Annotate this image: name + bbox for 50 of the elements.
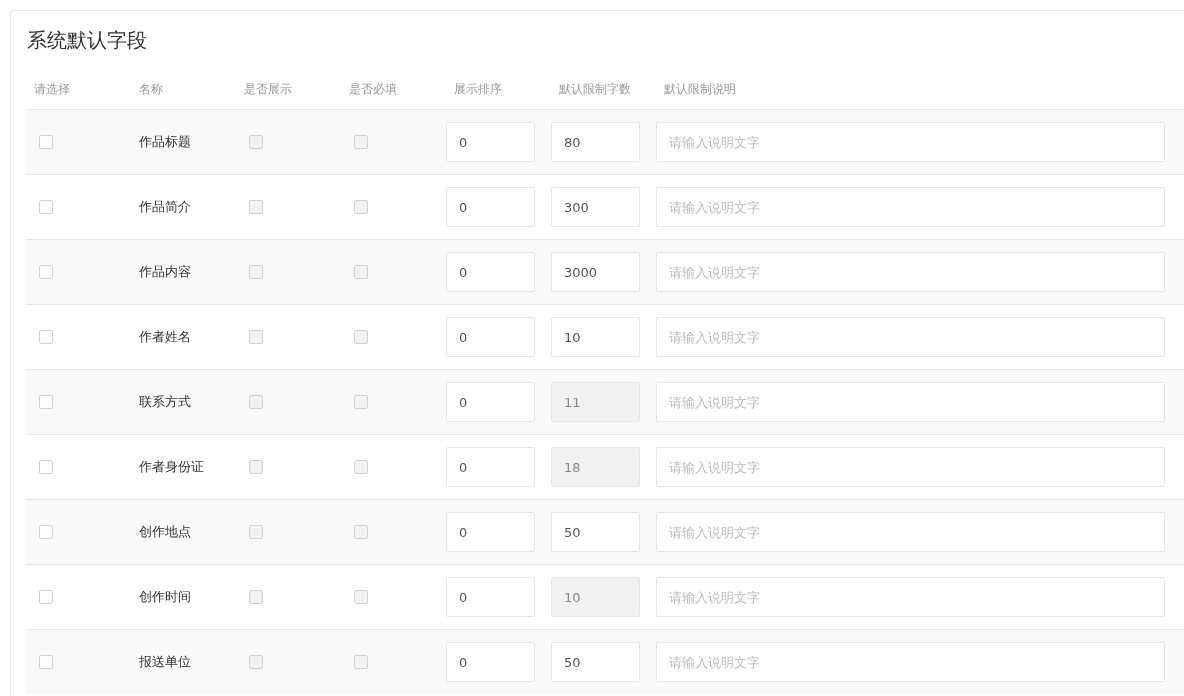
field-name: 作品简介 [138,198,191,216]
description-input[interactable]: 请输入说明文字 [656,642,1165,682]
description-input[interactable]: 请输入说明文字 [656,122,1165,162]
checkbox[interactable] [39,135,53,149]
field-name: 创作地点 [138,523,191,541]
description-input[interactable]: 请输入说明文字 [656,252,1165,292]
field-name: 作品标题 [138,133,191,151]
sort-input[interactable]: 0 [446,382,535,422]
limit-input[interactable]: 300 [551,187,640,227]
description-input[interactable]: 请输入说明文字 [656,577,1165,617]
column-header: 名称 [138,81,164,98]
checkbox[interactable] [39,460,53,474]
sort-input[interactable]: 0 [446,642,535,682]
sort-input[interactable]: 0 [446,252,535,292]
field-name: 创作时间 [138,588,191,606]
column-header: 是否展示 [243,81,293,98]
checkbox[interactable] [39,590,53,604]
checkbox[interactable] [39,200,53,214]
sort-input[interactable]: 0 [446,122,535,162]
column-header: 请选择 [33,81,71,98]
field-name: 联系方式 [138,393,191,411]
description-input[interactable]: 请输入说明文字 [656,512,1165,552]
checkbox[interactable] [39,655,53,669]
description-input[interactable]: 请输入说明文字 [656,382,1165,422]
sort-input[interactable]: 0 [446,512,535,552]
description-input[interactable]: 请输入说明文字 [656,317,1165,357]
column-header: 默认限制说明 [663,81,737,98]
description-input[interactable]: 请输入说明文字 [656,187,1165,227]
description-input[interactable]: 请输入说明文字 [656,447,1165,487]
panel-title: 系统默认字段 [27,27,148,54]
limit-input[interactable]: 50 [551,642,640,682]
column-header: 展示排序 [453,81,503,98]
limit-input[interactable]: 80 [551,122,640,162]
sort-input[interactable]: 0 [446,447,535,487]
checkbox[interactable] [39,525,53,539]
sort-input[interactable]: 0 [446,577,535,617]
field-name: 作品内容 [138,263,191,281]
column-header: 默认限制字数 [558,81,632,98]
sort-input[interactable]: 0 [446,317,535,357]
limit-input[interactable]: 50 [551,512,640,552]
field-name: 作者姓名 [138,328,191,346]
field-name: 作者身份证 [138,458,204,476]
checkbox[interactable] [39,395,53,409]
sort-input[interactable]: 0 [446,187,535,227]
checkbox[interactable] [39,330,53,344]
limit-input[interactable]: 3000 [551,252,640,292]
column-header: 是否必填 [348,81,398,98]
checkbox[interactable] [39,265,53,279]
limit-input[interactable]: 10 [551,317,640,357]
field-name: 报送单位 [138,653,191,671]
